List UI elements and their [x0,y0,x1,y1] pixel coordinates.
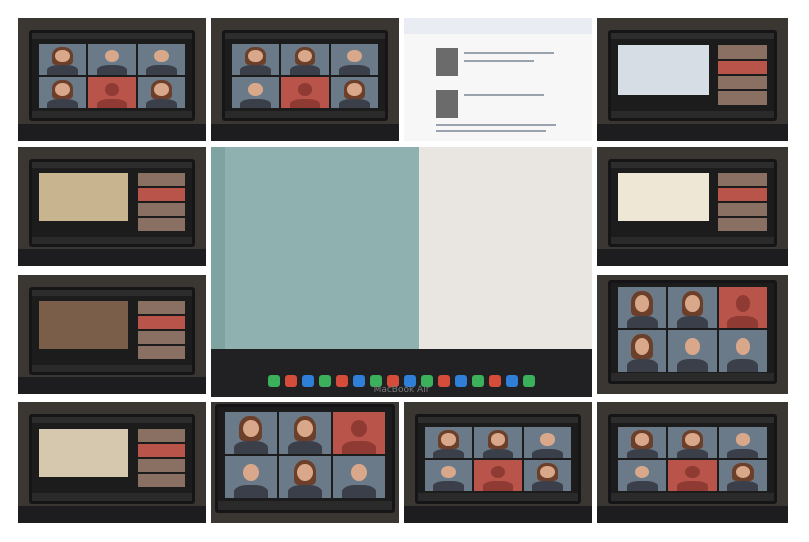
participant-left-name [225,147,430,349]
photo-document-screen [404,18,592,141]
device-label: MacBook Air [373,385,430,395]
photo-screen-share-5 [18,402,206,523]
photo-screen-share-2 [18,147,206,266]
photo-main-video-call: MacBook Air [211,147,592,397]
participant-right-name [419,147,592,349]
video-call-collage: MacBook Air [0,0,809,542]
photo-screen-share-4 [18,275,206,394]
photo-call-grid-1 [18,18,206,141]
photo-call-grid-3 [597,275,788,394]
photo-call-grid-4 [211,402,399,523]
photo-call-grid-6 [597,402,788,523]
photo-call-grid-2 [211,18,399,141]
photo-screen-share-1 [597,18,788,141]
photo-call-grid-5 [404,402,592,523]
photo-screen-share-3 [597,147,788,266]
